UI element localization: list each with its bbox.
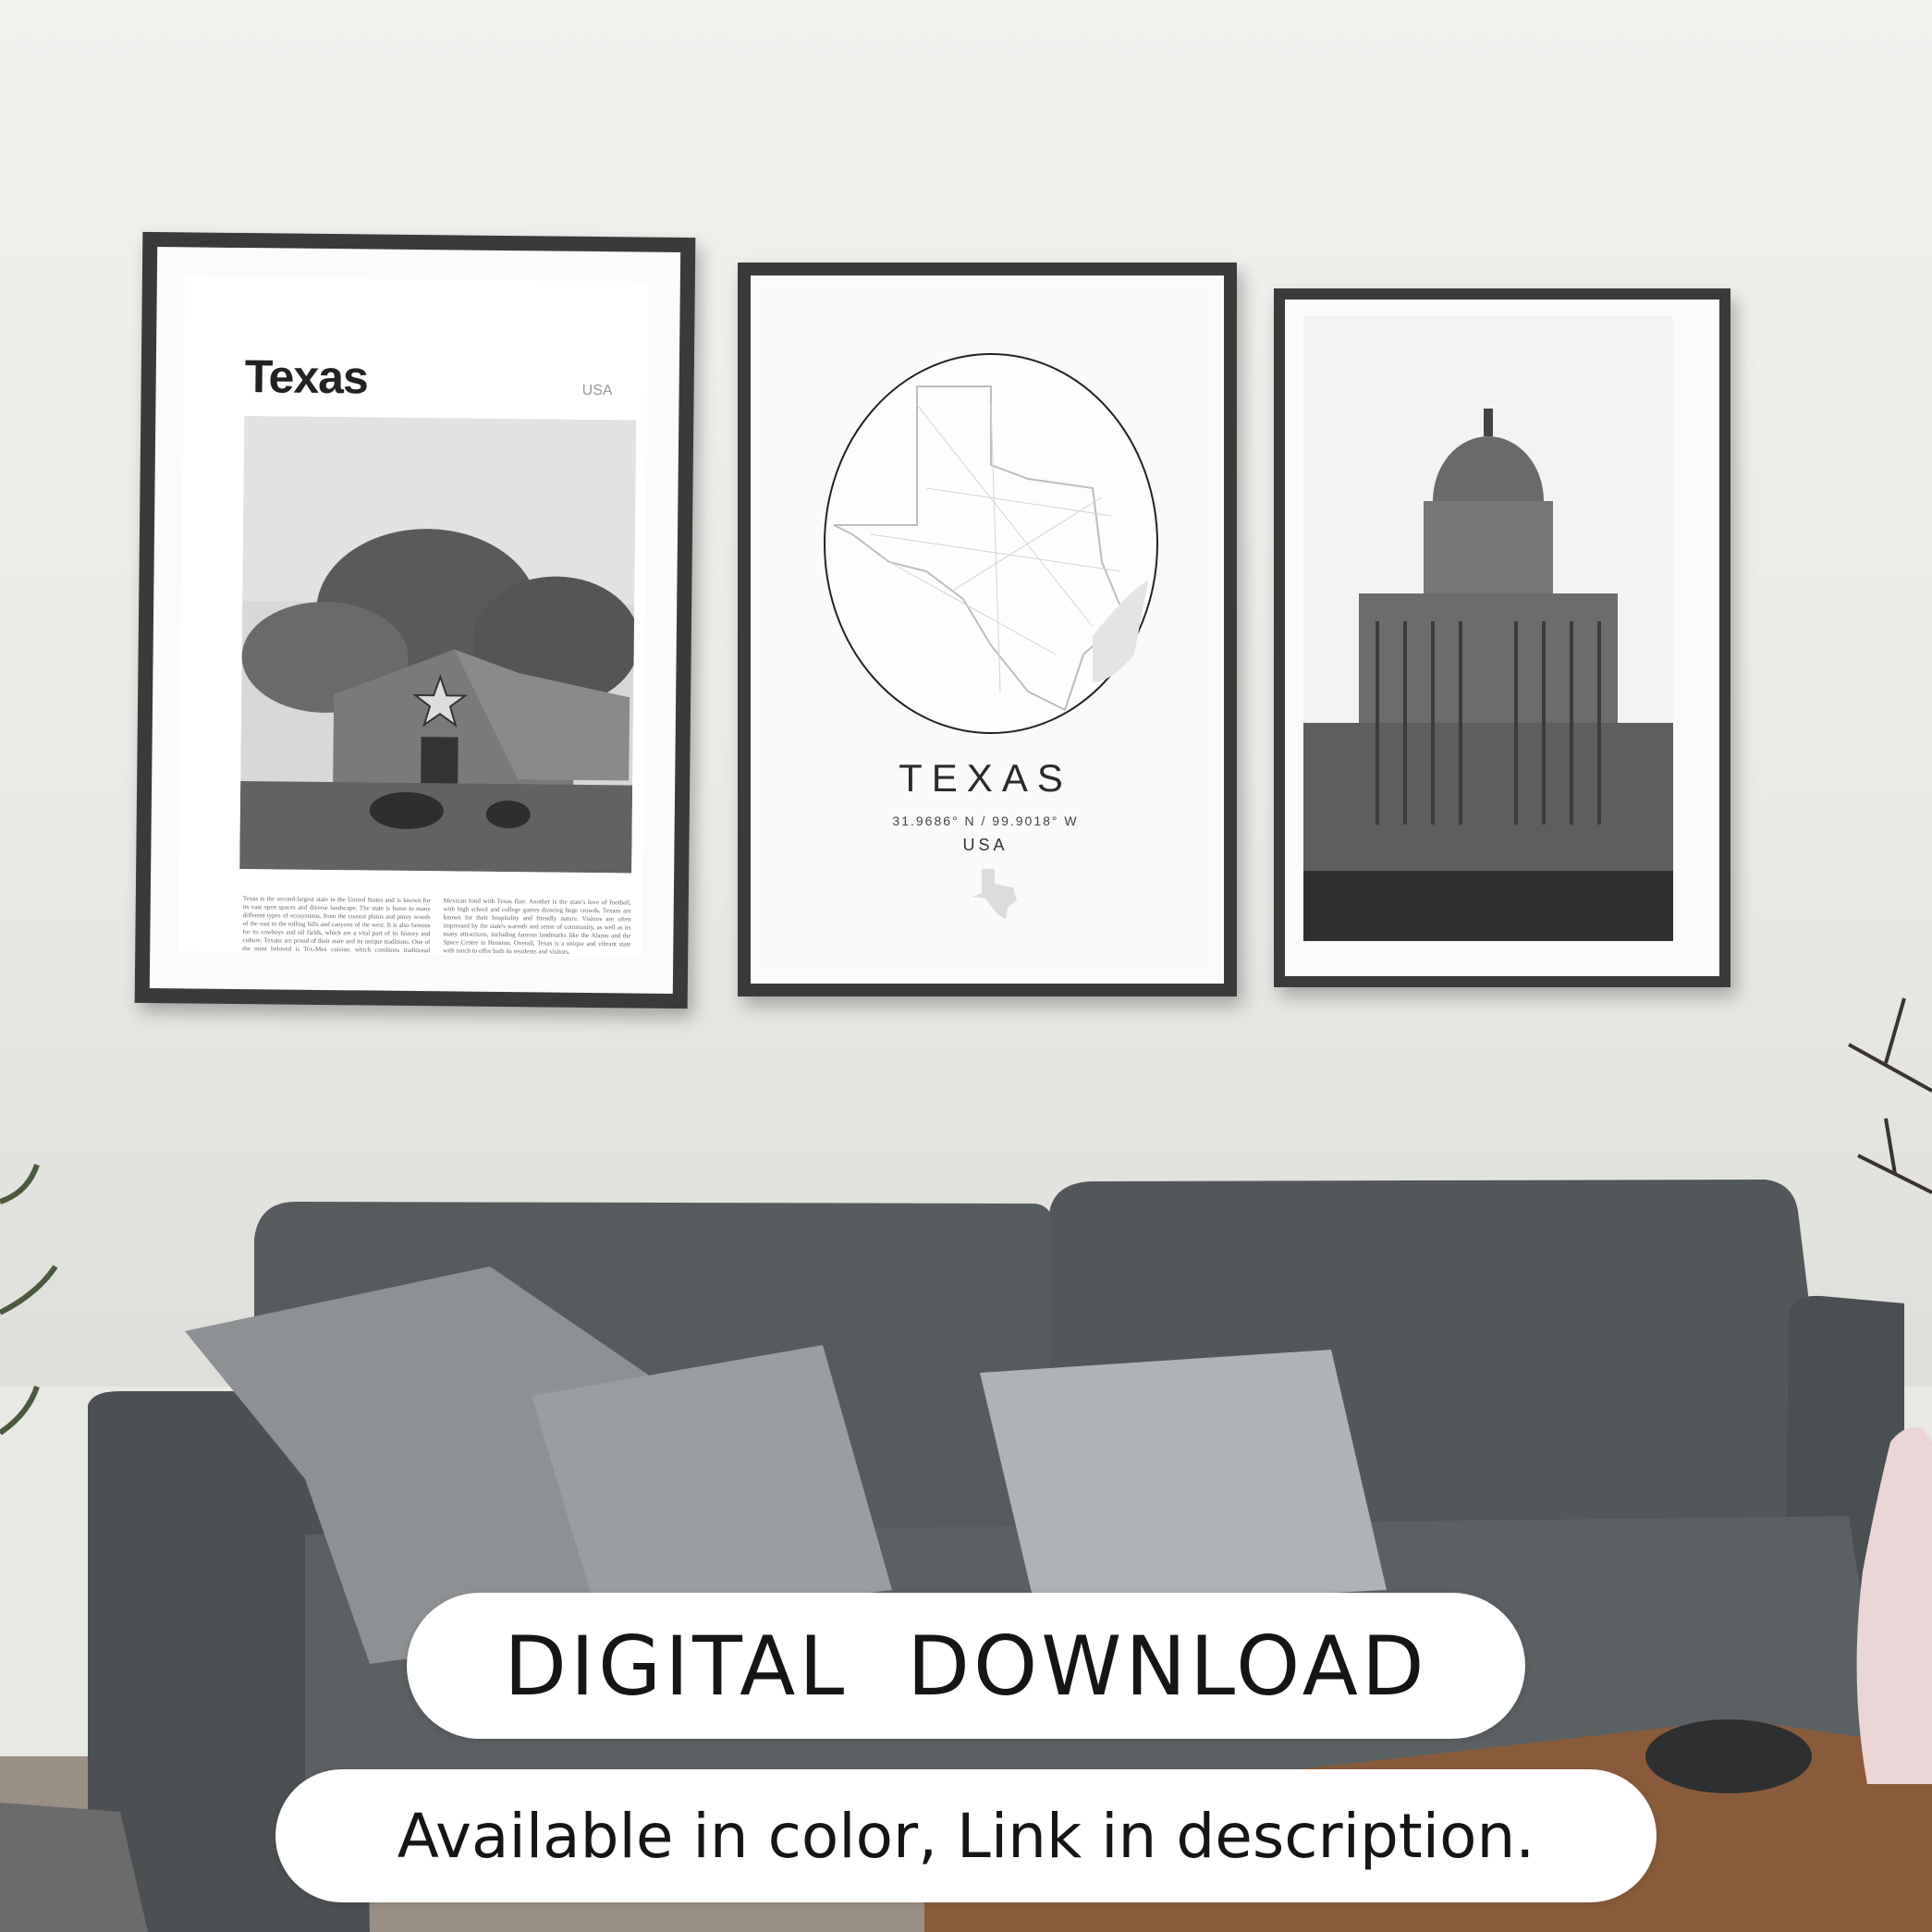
plant-left <box>0 1163 58 1436</box>
digital-download-banner: DIGITAL DOWNLOAD <box>407 1593 1525 1739</box>
pillow-right <box>980 1350 1387 1608</box>
availability-banner: Available in color, Link in description. <box>275 1769 1657 1902</box>
bowl <box>1645 1719 1812 1793</box>
digital-download-text: DIGITAL DOWNLOAD <box>504 1618 1428 1714</box>
availability-text: Available in color, Link in description. <box>397 1800 1535 1872</box>
branches <box>1848 997 1932 1194</box>
